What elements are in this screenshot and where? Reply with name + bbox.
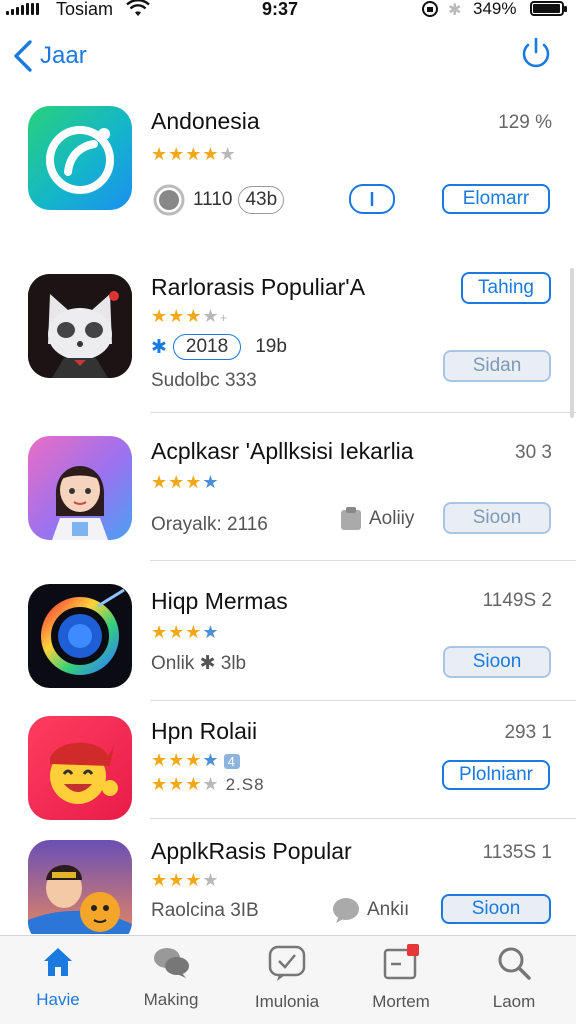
color-ring-icon bbox=[41, 588, 125, 675]
scrollbar[interactable] bbox=[570, 268, 574, 418]
app-icon-girl[interactable] bbox=[28, 436, 132, 540]
tab-label: Havie bbox=[36, 990, 80, 1009]
divider bbox=[150, 700, 576, 701]
chat-icon bbox=[333, 898, 359, 923]
stat: 19b bbox=[255, 336, 287, 357]
app-name[interactable]: Hpn Rolaii bbox=[151, 718, 257, 745]
orientation-lock-icon bbox=[422, 1, 438, 17]
app-rank: 1135S 1 bbox=[482, 842, 552, 863]
app-icon-emoji[interactable] bbox=[28, 716, 132, 820]
app-meta: Onlik ✱ 3lb bbox=[151, 653, 247, 674]
star-rating: ★★★★ bbox=[151, 870, 220, 890]
list-item[interactable]: Acplkasr 'Apllksisi Iekarlia 30 3 ★★★★ O… bbox=[0, 420, 576, 560]
app-meta: Raolcina 3IB bbox=[151, 900, 259, 921]
open-button[interactable]: Sioon bbox=[441, 894, 551, 924]
trending-button[interactable]: Tahing bbox=[461, 272, 551, 304]
tab-making[interactable]: Making bbox=[121, 944, 221, 1010]
stat-a: 1110 bbox=[193, 189, 233, 210]
stats-chip: 1110 43b bbox=[151, 182, 285, 218]
search-icon bbox=[498, 947, 531, 980]
app-meta: Orayalk: 2116 bbox=[151, 514, 268, 535]
bluetooth-icon: ✱ bbox=[448, 2, 462, 19]
split-icon bbox=[370, 192, 374, 206]
star-rating: ★★★★★ bbox=[151, 144, 237, 164]
open-button[interactable]: Sidan bbox=[443, 350, 551, 382]
app-rank: 30 3 bbox=[515, 442, 552, 463]
rating-badge: 4 bbox=[223, 754, 240, 769]
app-icon-ring[interactable] bbox=[28, 584, 132, 688]
app-meta: Sudolbc 333 bbox=[151, 370, 257, 391]
list-item[interactable]: Hiqp Mermas 1149S 2 ★★★★ Onlik ✱ 3lb Sio… bbox=[0, 568, 576, 698]
cartoon-characters-icon bbox=[28, 865, 132, 934]
app-name[interactable]: Hiqp Mermas bbox=[151, 588, 288, 615]
clock: 9:37 bbox=[262, 0, 299, 19]
tab-label: Making bbox=[143, 990, 199, 1009]
wifi-icon bbox=[126, 0, 150, 16]
app-name[interactable]: Acplkasr 'Apllksisi Iekarlia bbox=[151, 438, 414, 465]
app-name[interactable]: Rarlorasis Populiar'A bbox=[151, 274, 365, 301]
list-item[interactable]: ApplkRasis Popular 1135S 1 ★★★★ Raolcina… bbox=[0, 826, 576, 934]
app-name[interactable]: ApplkRasis Popular bbox=[151, 838, 352, 865]
back-label: Jaar bbox=[40, 42, 87, 69]
chevron-left-icon bbox=[14, 40, 32, 72]
star-rating: ★★★★+ bbox=[151, 306, 229, 326]
year-pill: 2018 bbox=[172, 334, 242, 360]
tab-laom[interactable]: Laom bbox=[464, 944, 564, 1012]
app-icon-green[interactable] bbox=[28, 106, 132, 210]
tab-bar: Havie Making Imulonia Mortem Laom bbox=[0, 935, 576, 1024]
app-rank: 129 % bbox=[498, 112, 552, 133]
star-rating: ★★★★ 4 bbox=[151, 750, 240, 771]
clipboard-icon bbox=[341, 507, 361, 530]
install-button[interactable]: Plolnianr bbox=[442, 760, 550, 790]
back-button[interactable]: Jaar bbox=[10, 38, 87, 74]
stat-b: 43b bbox=[238, 186, 285, 214]
action-chip[interactable]: Aoliiy bbox=[339, 506, 414, 532]
action-chip[interactable]: Ankiı bbox=[331, 896, 409, 924]
tab-imulonia[interactable]: Imulonia bbox=[237, 944, 337, 1012]
progress-icon bbox=[153, 184, 185, 216]
tab-label: Imulonia bbox=[254, 992, 320, 1011]
app-rank: 293 1 bbox=[504, 722, 552, 743]
cat-character-icon bbox=[28, 274, 132, 378]
app-name[interactable]: Andonesia bbox=[151, 108, 260, 135]
check-message-icon bbox=[268, 945, 306, 981]
tab-label: Laom bbox=[492, 992, 536, 1011]
toggle-button[interactable] bbox=[349, 184, 395, 214]
battery-percent: 349% bbox=[473, 0, 517, 18]
list-item[interactable]: Andonesia 129 % ★★★★★ 1110 43b Elomarr bbox=[0, 100, 576, 250]
get-button[interactable]: Elomarr bbox=[442, 184, 550, 214]
home-icon bbox=[44, 948, 72, 976]
stats-chip: ✱ 2018 19b bbox=[151, 334, 287, 360]
app-icon-cat[interactable] bbox=[28, 274, 132, 378]
list-item[interactable]: Hpn Rolaii 293 1 ★★★★ 4 ★★★★ 2.S8 Plolnian… bbox=[0, 706, 576, 820]
app-icon-cartoon[interactable] bbox=[28, 840, 132, 934]
list-item[interactable]: Rarlorasis Populiar'A Tahing ★★★★+ ✱ 201… bbox=[0, 260, 576, 410]
star-rating: ★★★★ bbox=[151, 622, 220, 642]
carrier-name: Tosiam bbox=[56, 0, 114, 19]
tab-label: Mortem bbox=[372, 992, 430, 1011]
app-rank: 1149S 2 bbox=[482, 590, 552, 611]
chip-label: Ankiı bbox=[367, 899, 410, 920]
power-icon[interactable] bbox=[518, 36, 554, 72]
status-bar: Tosiam 9:37 ✱ 349% bbox=[0, 0, 576, 22]
sparkle-icon: ✱ bbox=[151, 336, 167, 358]
tab-home[interactable]: Havie bbox=[8, 944, 108, 1010]
open-button[interactable]: Sioon bbox=[443, 502, 551, 534]
open-button[interactable]: Sioon bbox=[443, 646, 551, 678]
battery-icon bbox=[530, 1, 567, 16]
notification-icon bbox=[383, 944, 419, 980]
divider bbox=[150, 818, 576, 819]
tab-mortem[interactable]: Mortem bbox=[351, 944, 451, 1012]
leaf-icon bbox=[46, 126, 114, 194]
star-rating: ★★★★ bbox=[151, 472, 220, 492]
signal-icon bbox=[6, 3, 39, 15]
divider bbox=[150, 560, 576, 561]
chat-bubbles-icon bbox=[154, 948, 189, 978]
divider bbox=[150, 412, 576, 413]
chip-label: Aoliiy bbox=[369, 508, 415, 529]
laughing-face-icon bbox=[50, 742, 118, 804]
star-rating-secondary: ★★★★ 2.S8 bbox=[151, 774, 265, 794]
avatar-icon bbox=[52, 466, 108, 540]
